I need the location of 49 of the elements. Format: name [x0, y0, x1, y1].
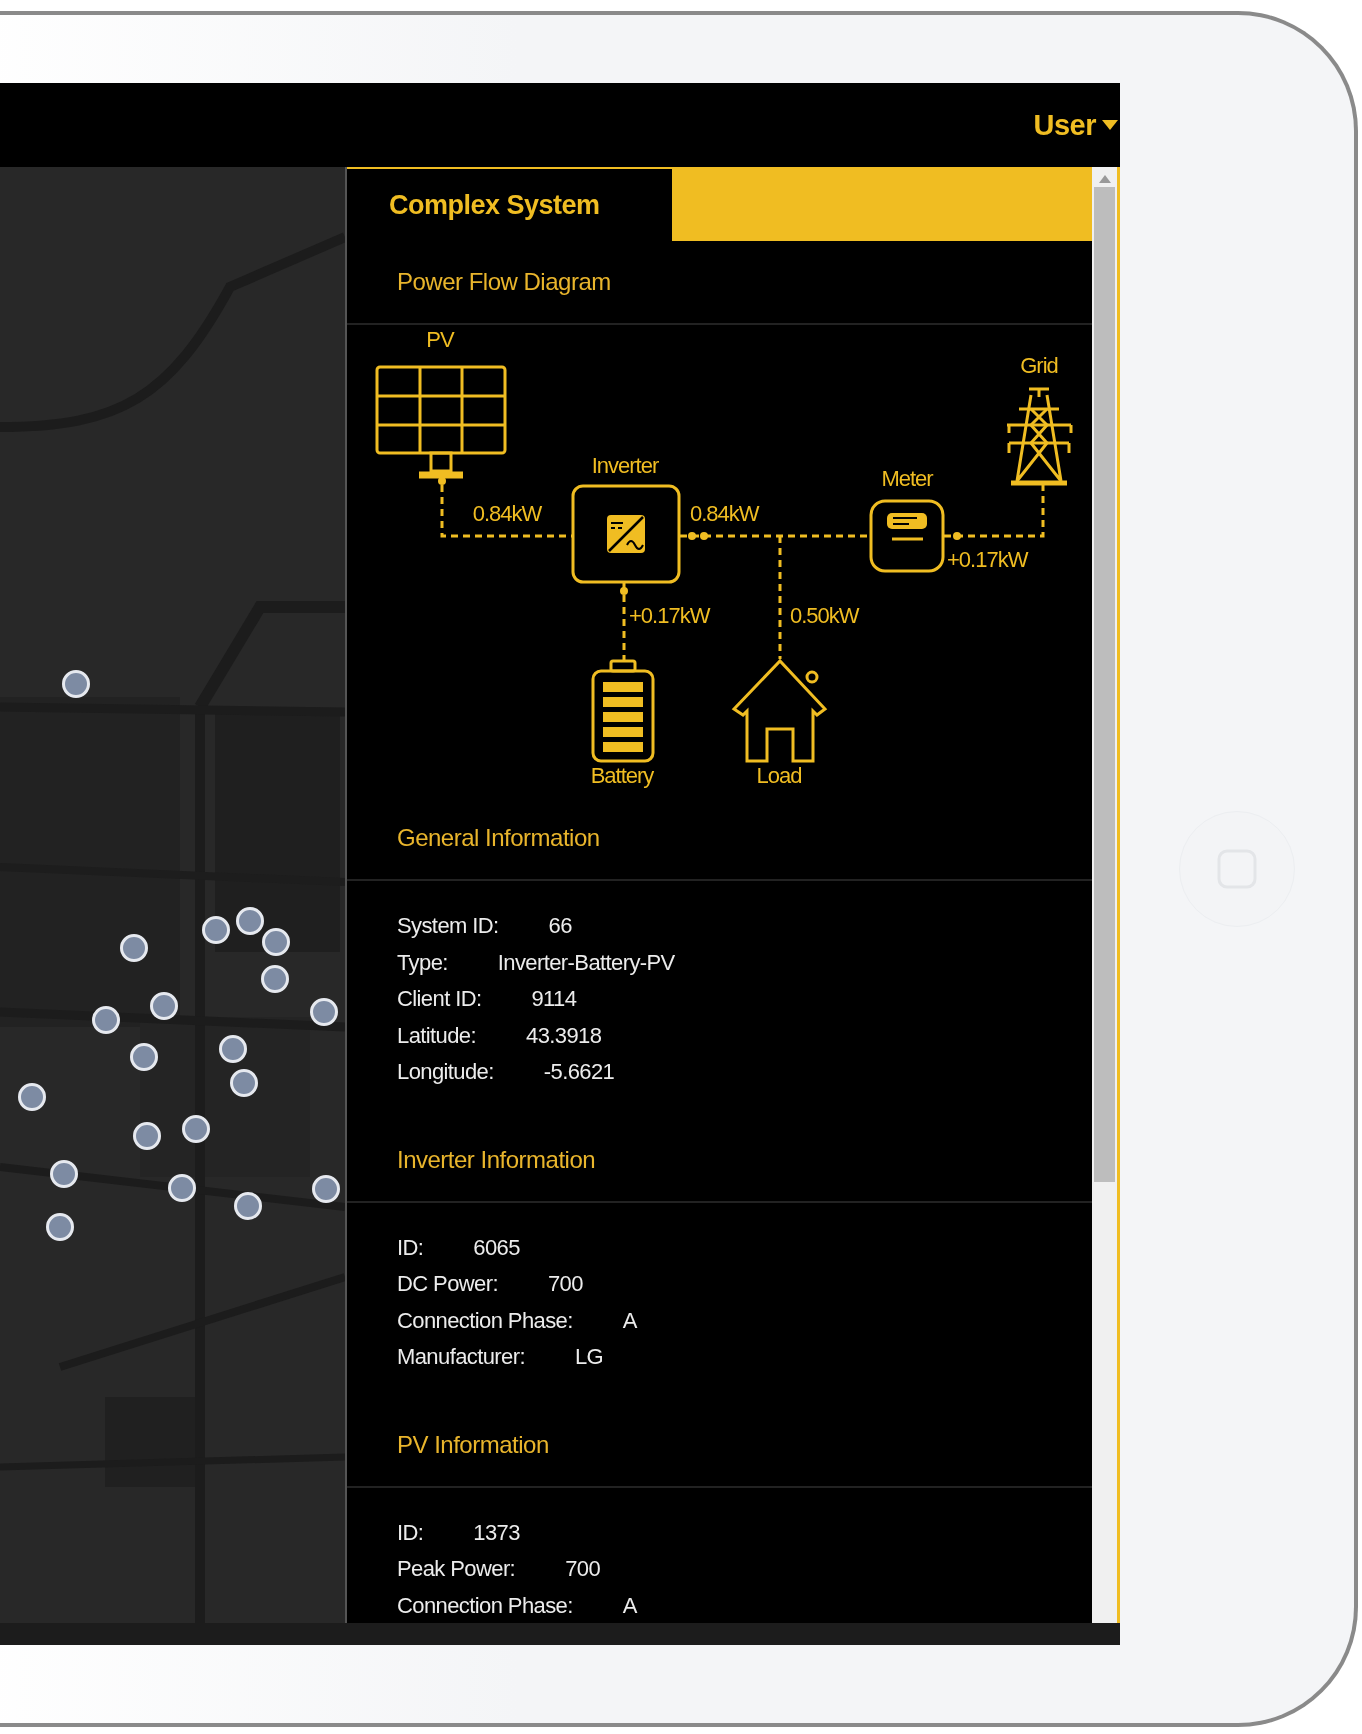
user-menu[interactable]: User: [1033, 108, 1120, 142]
power-reading: 0.84kW: [472, 501, 542, 526]
node-label: Inverter: [591, 453, 659, 478]
info-label: ID:: [397, 1234, 424, 1261]
info-label: Latitude:: [397, 1022, 476, 1049]
power-reading: +0.17kW: [947, 547, 1028, 572]
meter-icon: [869, 499, 945, 573]
section-title: Power Flow Diagram: [397, 267, 611, 297]
battery-icon: [591, 659, 655, 763]
inverter-icon: [571, 484, 681, 584]
info-label: Type:: [397, 949, 448, 976]
info-label: Client ID:: [397, 986, 482, 1013]
info-value: LG: [574, 1344, 604, 1371]
info-label: DC Power:: [397, 1271, 498, 1298]
info-label: Longitude:: [397, 1059, 494, 1086]
power-reading: +0.17kW: [629, 603, 710, 628]
info-value: 1373: [473, 1519, 520, 1546]
scroll-thumb[interactable]: [1094, 187, 1115, 1182]
node-label: Grid: [1020, 353, 1058, 378]
power-tower-icon: [1005, 387, 1073, 486]
node-label: Load: [756, 763, 802, 788]
info-label: Connection Phase:: [397, 1307, 573, 1334]
info-value: A: [622, 1592, 637, 1619]
info-value: -5.6621: [543, 1059, 615, 1086]
info-label: System ID:: [397, 913, 499, 940]
info-value: 700: [547, 1271, 583, 1298]
caret-icon: [1102, 120, 1118, 130]
scrollbar[interactable]: [1092, 167, 1117, 1623]
info-value: 700: [565, 1556, 601, 1583]
section-title: PV Information: [397, 1429, 549, 1460]
info-value: 66: [548, 913, 572, 940]
info-value: 9114: [531, 986, 577, 1013]
solar-panel-icon: [375, 365, 507, 479]
power-reading: 0.50kW: [790, 603, 859, 628]
info-label: ID:: [397, 1519, 424, 1546]
info-label: Manufacturer:: [397, 1344, 525, 1371]
info-value: Inverter-Battery-PV: [497, 949, 675, 976]
info-value: A: [622, 1307, 637, 1334]
house-icon: [731, 658, 828, 763]
section-title: General Information: [397, 823, 600, 853]
power-reading: 0.84kW: [690, 501, 759, 526]
section-title: Inverter Information: [397, 1144, 596, 1175]
node-label: Meter: [881, 466, 933, 491]
info-label: Connection Phase:: [397, 1592, 573, 1619]
info-label: Peak Power:: [397, 1556, 516, 1583]
node-label: PV: [426, 327, 454, 352]
info-value: 43.3918: [526, 1022, 602, 1049]
info-value: 6065: [473, 1234, 520, 1261]
node-label: Battery: [590, 763, 654, 788]
